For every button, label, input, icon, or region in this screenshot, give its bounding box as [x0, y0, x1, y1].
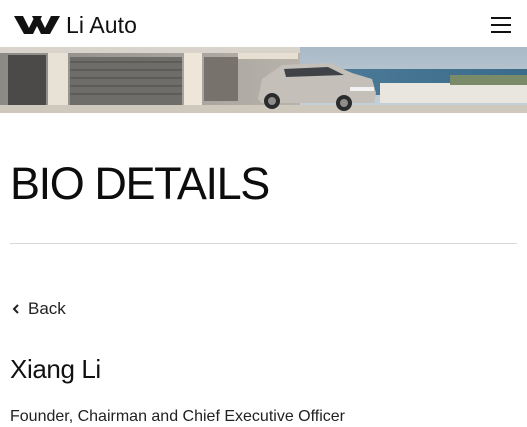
divider: [10, 243, 517, 244]
li-auto-logo-icon: [14, 15, 60, 35]
back-link[interactable]: Back: [12, 298, 66, 320]
menu-bar: [491, 24, 511, 26]
menu-bar: [491, 31, 511, 33]
banner-image: [0, 47, 527, 113]
executive-name: Xiang Li: [10, 354, 101, 384]
hamburger-menu-icon[interactable]: [491, 16, 511, 33]
menu-bar: [491, 17, 511, 19]
brand-logo[interactable]: Li Auto: [14, 12, 137, 38]
page-title: BIO DETAILS: [10, 158, 270, 209]
chevron-left-icon: [12, 303, 22, 315]
site-header: Li Auto: [0, 0, 527, 47]
executive-role: Founder, Chairman and Chief Executive Of…: [10, 408, 345, 425]
brand-name: Li Auto: [66, 12, 138, 38]
back-label: Back: [28, 299, 66, 318]
